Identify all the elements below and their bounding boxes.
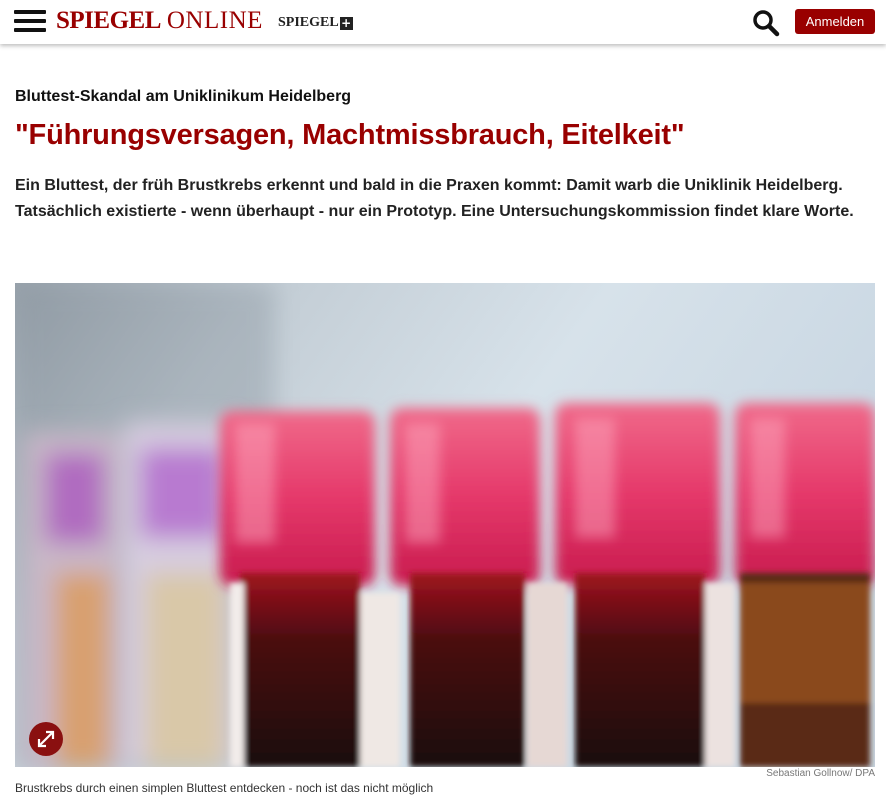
article-image[interactable]	[15, 283, 875, 767]
spiegel-plus-logo[interactable]: SPIEGEL +	[278, 14, 353, 32]
image-credit: Sebastian Gollnow/ DPA	[766, 768, 875, 779]
expand-icon[interactable]	[29, 722, 63, 756]
image-caption: Brustkrebs durch einen simplen Bluttest …	[15, 781, 434, 795]
search-icon[interactable]	[752, 9, 780, 37]
logo-sub: ONLINE	[166, 7, 263, 34]
plus-icon: +	[339, 16, 353, 30]
article-headline: "Führungsversagen, Machtmissbrauch, Eite…	[15, 119, 685, 151]
plus-logo-text: SPIEGEL	[278, 15, 339, 30]
site-header: SPIEGEL ONLINE SPIEGEL + Anmelden	[0, 0, 886, 44]
site-logo[interactable]: SPIEGEL ONLINE	[56, 7, 263, 35]
logo-main: SPIEGEL	[56, 7, 161, 34]
login-button[interactable]: Anmelden	[795, 9, 875, 34]
hamburger-menu-icon[interactable]	[14, 10, 46, 32]
article-kicker: Bluttest-Skandal am Uniklinikum Heidelbe…	[15, 88, 352, 105]
article-teaser: Ein Bluttest, der früh Brustkrebs erkenn…	[15, 177, 854, 220]
